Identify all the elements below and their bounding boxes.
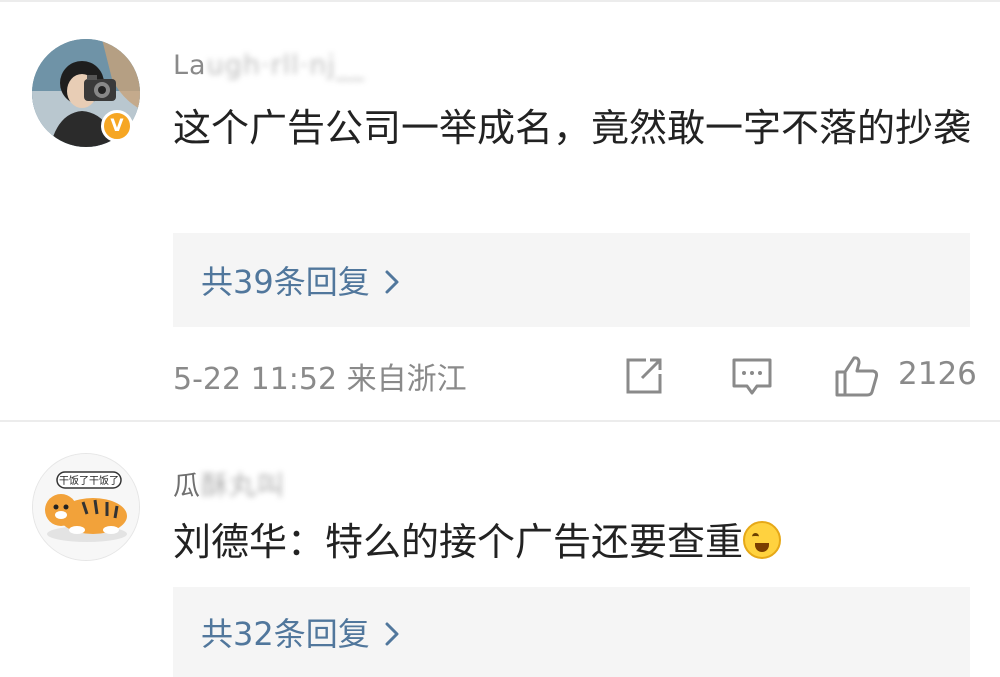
comment-text: 这个广告公司一举成名，竟然敢一字不落的抄袭 [173, 106, 972, 150]
comment-item: 干饭了干饭了 瓜酥丸叫 刘德华：特么的接个广告还要查重 共32条回复 [0, 422, 1000, 677]
tiger-sticker-image: 干饭了干饭了 [33, 454, 139, 560]
share-icon[interactable] [622, 354, 666, 398]
comment-text: 刘德华：特么的接个广告还要查重 [173, 514, 973, 570]
replies-link[interactable]: 共32条回复 [173, 587, 970, 677]
timestamp: 5-22 11:52 [173, 362, 338, 397]
comment-item: V Laugh·rll·nj__ 这个广告公司一举成名，竟然敢一字不落的抄袭 共… [0, 0, 1000, 420]
comment-text-body: 刘德华：特么的接个广告还要查重 [173, 520, 744, 564]
username[interactable]: Laugh·rll·nj__ [173, 50, 365, 81]
avatar[interactable]: 干饭了干饭了 [32, 453, 140, 561]
avatar-sticker-text: 干饭了干饭了 [59, 475, 119, 487]
like-count: 2126 [898, 356, 977, 392]
replies-count-label: 共39条回复 [201, 263, 370, 301]
laughing-crying-emoji [743, 521, 782, 559]
username-blurred: ugh·rll·nj__ [206, 50, 365, 81]
username-visible: La [173, 50, 207, 81]
username-blurred: 酥丸叫 [201, 471, 285, 502]
comment-icon[interactable] [730, 354, 774, 398]
verified-badge-icon: V [101, 110, 133, 142]
username[interactable]: 瓜酥丸叫 [173, 464, 285, 503]
comment-meta: 5-22 11:52 来自浙江 [173, 354, 467, 398]
location: 来自浙江 [346, 362, 467, 397]
replies-link[interactable]: 共39条回复 [173, 233, 970, 327]
replies-count-label: 共32条回复 [201, 615, 370, 653]
thumbs-up-icon[interactable] [834, 354, 879, 398]
chevron-right-icon [384, 618, 400, 653]
username-visible: 瓜 [173, 471, 201, 502]
chevron-right-icon [384, 266, 400, 301]
